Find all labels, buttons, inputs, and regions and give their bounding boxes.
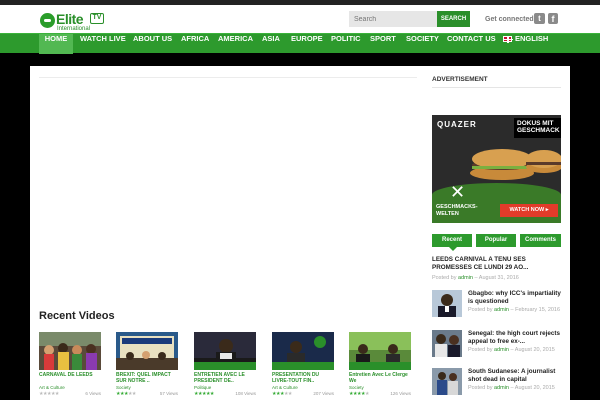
video-card[interactable]: ENTRETIEN AVEC LE PRESIDENT DE.. Politiq… [194,332,256,398]
video-title[interactable]: CARNAVAL DE LEEDS [39,372,101,384]
video-category[interactable]: Society [349,385,411,390]
video-category[interactable]: Society [116,385,178,390]
main-navigation: HOME WATCH LIVE ABOUT US AFRICA AMERICA … [0,33,600,54]
post-meta: Posted by admin – August 20, 2015 [468,385,555,391]
video-views: 6 Views [85,391,101,396]
search-button[interactable]: SEARCH [437,11,470,27]
logo-mark-icon [40,13,55,28]
video-views: 108 Views [235,391,256,396]
nav-english-label: ENGLISH [515,34,549,43]
video-views: 207 Views [313,391,334,396]
video-thumbnail[interactable] [194,332,256,370]
author-link[interactable]: admin [494,385,509,391]
author-link[interactable]: admin [494,307,509,313]
nav-item-politic[interactable]: POLITIC [331,34,361,54]
list-item[interactable]: South Sudanese: A journalist shot dead i… [432,368,561,400]
ad-slogan: GESCHMACKS- WELTEN [436,204,478,217]
video-thumbnail[interactable] [272,332,334,370]
video-card[interactable]: Entretien Avec Le Clerge We Society ★★★★… [349,332,411,398]
fork-knife-icon: ✕ [450,182,466,203]
recent-videos-heading: Recent Videos [39,310,115,322]
rating-stars: ★★★★★ [39,391,59,397]
ad-brand: QUAZER [437,120,477,129]
video-category[interactable]: Art & Culture [272,385,334,390]
video-category[interactable]: Art & Culture [39,385,101,390]
video-thumbnail[interactable] [349,332,411,370]
video-card[interactable]: BREXIT: QUEL IMPACT SUR NOTRE .. Society… [116,332,178,398]
list-item[interactable]: Senegal: the high court rejects appeal t… [432,330,561,362]
video-title[interactable]: Entretien Avec Le Clerge We [349,372,411,384]
video-title[interactable]: ENTRETIEN AVEC LE PRESIDENT DE.. [194,372,256,384]
nav-item-america[interactable]: AMERICA [218,34,253,54]
post-thumbnail[interactable] [432,290,462,317]
site-header: Elite TV International SEARCH Get connec… [0,5,600,33]
nav-item-sport[interactable]: SPORT [370,34,396,54]
post-thumbnail[interactable] [432,368,462,395]
nav-item-asia[interactable]: ASIA [262,34,280,54]
post-title[interactable]: Senegal: the high court rejects appeal t… [468,330,561,346]
author-link[interactable]: admin [458,275,473,281]
get-connected-label: Get connected: [485,16,536,23]
rating-stars: ★★★★★ [116,391,136,397]
nav-item-watch-live[interactable]: WATCH LIVE [80,34,126,54]
video-category[interactable]: Politique [194,385,256,390]
ad-badge: DOKUS MIT GESCHMACK [514,118,561,138]
video-card[interactable]: PRESENTATION DU LIVRE-TOUT FIN.. Art & C… [272,332,334,398]
video-title[interactable]: PRESENTATION DU LIVRE-TOUT FIN.. [272,372,334,384]
sidebar-tabs: Recent Popular Comments [432,234,561,248]
ad-watch-now-button[interactable]: WATCH NOW ▸ [500,204,558,217]
search-input[interactable] [349,11,437,27]
logo-tv-badge: TV [90,13,104,24]
site-logo[interactable]: Elite TV International [40,11,110,33]
active-tab-indicator [449,247,457,251]
list-item[interactable]: Gbagbo: why ICC's impartiality is questi… [432,290,561,322]
post-title[interactable]: Gbagbo: why ICC's impartiality is questi… [468,290,561,306]
video-title[interactable]: BREXIT: QUEL IMPACT SUR NOTRE .. [116,372,178,384]
post-meta: Posted by admin – August 20, 2015 [468,347,555,353]
post-meta: Posted by admin – February 15, 2016 [468,307,561,313]
video-thumbnail[interactable] [116,332,178,370]
post-thumbnail[interactable] [432,330,462,357]
post-title[interactable]: South Sudanese: A journalist shot dead i… [468,368,561,384]
rating-stars: ★★★★★ [349,391,369,397]
twitter-icon[interactable]: t [534,13,545,24]
nav-item-english[interactable]: ENGLISH [503,34,548,54]
facebook-icon[interactable]: f [548,13,558,24]
video-player-area[interactable] [39,68,417,78]
featured-post-title[interactable]: LEEDS CARNIVAL A TENU SES PROMESSES CE L… [432,256,561,272]
advertisement-heading: ADVERTISEMENT [432,76,488,83]
uk-flag-icon [503,36,513,44]
video-thumbnail[interactable] [39,332,101,370]
video-views: 57 Views [159,391,178,396]
nav-item-about-us[interactable]: ABOUT US [133,34,172,54]
author-link[interactable]: admin [494,347,509,353]
nav-item-home[interactable]: HOME [39,34,73,54]
video-card[interactable]: CARNAVAL DE LEEDS Art & Culture ★★★★★ 6 V… [39,332,101,398]
tab-recent[interactable]: Recent [432,234,472,247]
divider [432,87,561,88]
tab-comments[interactable]: Comments [520,234,561,247]
tab-popular[interactable]: Popular [476,234,516,247]
nav-item-society[interactable]: SOCIETY [406,34,439,54]
video-views: 126 Views [390,391,411,396]
rating-stars: ★★★★★ [272,391,292,397]
advertisement-banner[interactable]: QUAZER DOKUS MIT GESCHMACK ✕ GESCHMACKS-… [432,115,561,223]
rating-stars: ★★★★★ [194,391,214,397]
logo-text: Elite [56,11,84,27]
featured-post-meta: Posted by admin – August 31, 2016 [432,275,519,281]
logo-subtitle: International [57,26,91,32]
nav-item-africa[interactable]: AFRICA [181,34,209,54]
nav-item-europe[interactable]: EUROPE [291,34,323,54]
nav-item-contact-us[interactable]: CONTACT US [447,34,496,54]
